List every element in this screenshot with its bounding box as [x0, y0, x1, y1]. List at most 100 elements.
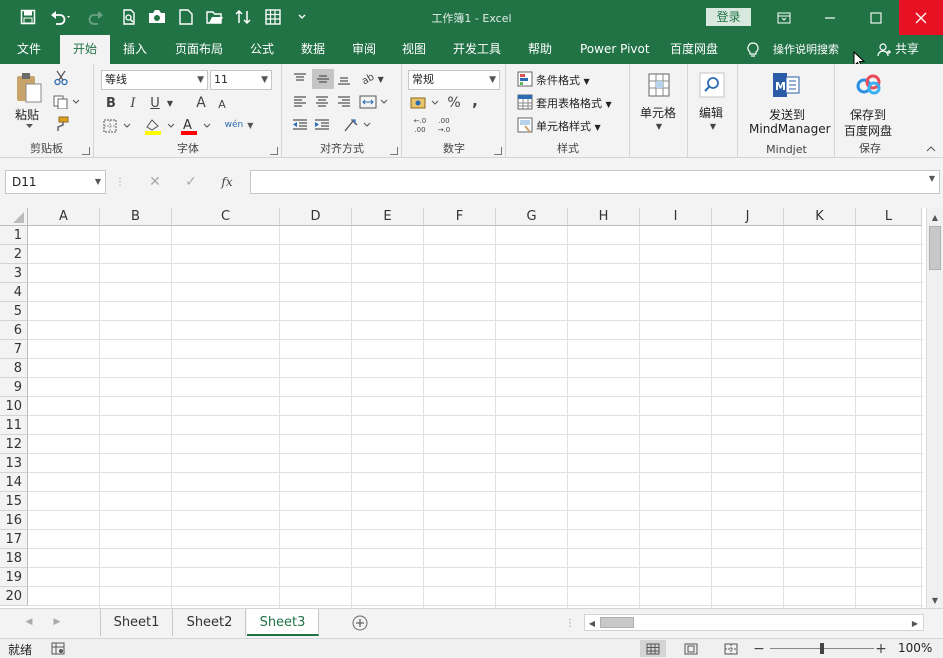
save-to-label[interactable]: 保存到: [850, 106, 886, 123]
merge-center-icon[interactable]: [359, 93, 389, 111]
chevron-down-icon[interactable]: ▼: [654, 122, 664, 131]
comma-style-button[interactable]: ,: [467, 91, 483, 111]
row-header[interactable]: 12: [0, 435, 28, 454]
cell-styles-icon[interactable]: [517, 117, 533, 133]
row-header[interactable]: 17: [0, 530, 28, 549]
macro-record-icon[interactable]: [50, 641, 66, 656]
format-as-table-icon[interactable]: [517, 94, 533, 110]
font-color-icon[interactable]: A: [179, 116, 213, 136]
font-size-select[interactable]: 11 ▼: [210, 70, 272, 90]
italic-button[interactable]: I: [125, 94, 141, 112]
name-box[interactable]: D11 ▼: [5, 170, 106, 194]
row-header[interactable]: 18: [0, 549, 28, 568]
row-header[interactable]: 13: [0, 454, 28, 473]
insert-function-icon[interactable]: fx: [216, 172, 238, 192]
paste-label[interactable]: 粘贴: [15, 106, 39, 123]
send-to-label[interactable]: 发送到: [769, 106, 805, 123]
expand-formula-bar-icon[interactable]: ▼: [929, 174, 935, 183]
format-painter-icon[interactable]: [52, 116, 70, 132]
row-header[interactable]: 6: [0, 321, 28, 340]
tab-review[interactable]: 审阅: [352, 35, 376, 64]
fill-color-icon[interactable]: [143, 116, 177, 136]
scroll-up-icon[interactable]: ▲: [927, 210, 943, 224]
accounting-format-icon[interactable]: [409, 94, 441, 112]
underline-button[interactable]: U: [147, 94, 163, 112]
maximize-icon[interactable]: [854, 0, 898, 35]
tab-data[interactable]: 数据: [301, 35, 325, 64]
sheet-tab-2[interactable]: Sheet2: [174, 609, 246, 636]
row-header[interactable]: 19: [0, 568, 28, 587]
login-button[interactable]: 登录: [706, 8, 751, 26]
orientation-icon[interactable]: ab ▼: [359, 68, 387, 90]
formula-input[interactable]: ▼: [250, 170, 940, 194]
decrease-font-size-button[interactable]: A: [214, 96, 230, 112]
column-header[interactable]: J: [712, 208, 784, 226]
worksheet-grid[interactable]: ABCDEFGHIJKL 1 2 3 4 5 6 7 8 9 10 11 12 13 14 15 16 17 18…: [0, 208, 943, 608]
row-header[interactable]: 1: [0, 226, 28, 245]
conditional-formatting-button[interactable]: 条件格式 ▼: [536, 72, 590, 88]
align-left-icon[interactable]: [291, 93, 309, 111]
column-header[interactable]: A: [28, 208, 100, 226]
baidu-netdisk-label[interactable]: 百度网盘: [844, 122, 892, 139]
zoom-in-button[interactable]: +: [874, 640, 888, 657]
row-header[interactable]: 15: [0, 492, 28, 511]
row-header[interactable]: 3: [0, 264, 28, 283]
tab-view[interactable]: 视图: [402, 35, 426, 64]
row-header[interactable]: 7: [0, 340, 28, 359]
row-header[interactable]: 9: [0, 378, 28, 397]
paste-dropdown-icon[interactable]: [24, 122, 34, 130]
tab-file[interactable]: 文件: [17, 35, 41, 64]
find-search-icon[interactable]: [697, 70, 727, 100]
bottom-align-icon[interactable]: [335, 70, 353, 88]
tab-power-pivot[interactable]: Power Pivot: [580, 35, 650, 64]
column-header[interactable]: F: [424, 208, 496, 226]
horizontal-scrollbar[interactable]: ◀ ▶: [584, 614, 924, 631]
middle-align-icon[interactable]: [312, 69, 334, 89]
format-as-table-button[interactable]: 套用表格格式 ▼: [536, 95, 612, 111]
copy-icon[interactable]: [52, 94, 80, 110]
minimize-icon[interactable]: [808, 0, 852, 35]
tab-baidu-netdisk[interactable]: 百度网盘: [670, 35, 718, 64]
vertical-scroll-thumb[interactable]: [929, 226, 941, 270]
column-header[interactable]: H: [568, 208, 640, 226]
number-dialog-launcher[interactable]: [494, 147, 502, 155]
sheet-tab-3[interactable]: Sheet3: [247, 609, 319, 636]
percent-style-button[interactable]: %: [445, 93, 463, 113]
select-all-corner[interactable]: [0, 208, 28, 226]
zoom-level[interactable]: 100%: [898, 641, 932, 655]
row-header[interactable]: 20: [0, 587, 28, 606]
zoom-out-button[interactable]: −: [752, 640, 766, 657]
mindmanager-label[interactable]: MindManager: [749, 122, 831, 136]
align-center-icon[interactable]: [313, 93, 331, 111]
horizontal-scroll-thumb[interactable]: [600, 617, 634, 628]
scroll-down-icon[interactable]: ▼: [927, 593, 943, 607]
align-right-icon[interactable]: [335, 93, 353, 111]
tab-help[interactable]: 帮助: [528, 35, 552, 64]
cell-styles-button[interactable]: 单元格样式 ▼: [536, 118, 601, 134]
column-header[interactable]: K: [784, 208, 856, 226]
close-icon[interactable]: [899, 0, 943, 35]
chevron-down-icon[interactable]: ▼: [708, 122, 718, 131]
share-button[interactable]: 共享: [895, 35, 919, 64]
page-layout-view-icon[interactable]: [680, 640, 702, 657]
column-header[interactable]: L: [856, 208, 922, 226]
row-header[interactable]: 5: [0, 302, 28, 321]
row-header[interactable]: 2: [0, 245, 28, 264]
tell-me-search[interactable]: 操作说明搜索: [773, 35, 839, 64]
increase-indent-icon[interactable]: [313, 116, 331, 134]
wrap-text-icon[interactable]: [343, 115, 373, 135]
tab-page-layout[interactable]: 页面布局: [175, 35, 223, 64]
tab-home[interactable]: 开始: [60, 35, 110, 65]
font-name-select[interactable]: 等线 ▼: [101, 70, 208, 90]
alignment-dialog-launcher[interactable]: [390, 147, 398, 155]
conditional-formatting-icon[interactable]: [517, 71, 533, 87]
column-header[interactable]: I: [640, 208, 712, 226]
tab-developer[interactable]: 开发工具: [453, 35, 501, 64]
scroll-tabs-left-icon[interactable]: ◀: [22, 615, 36, 629]
cells-label[interactable]: 单元格: [640, 104, 676, 121]
tab-formulas[interactable]: 公式: [250, 35, 274, 64]
row-header[interactable]: 14: [0, 473, 28, 492]
share-person-icon[interactable]: [876, 41, 892, 58]
cells-icon[interactable]: [645, 70, 673, 100]
borders-icon[interactable]: [103, 117, 131, 135]
